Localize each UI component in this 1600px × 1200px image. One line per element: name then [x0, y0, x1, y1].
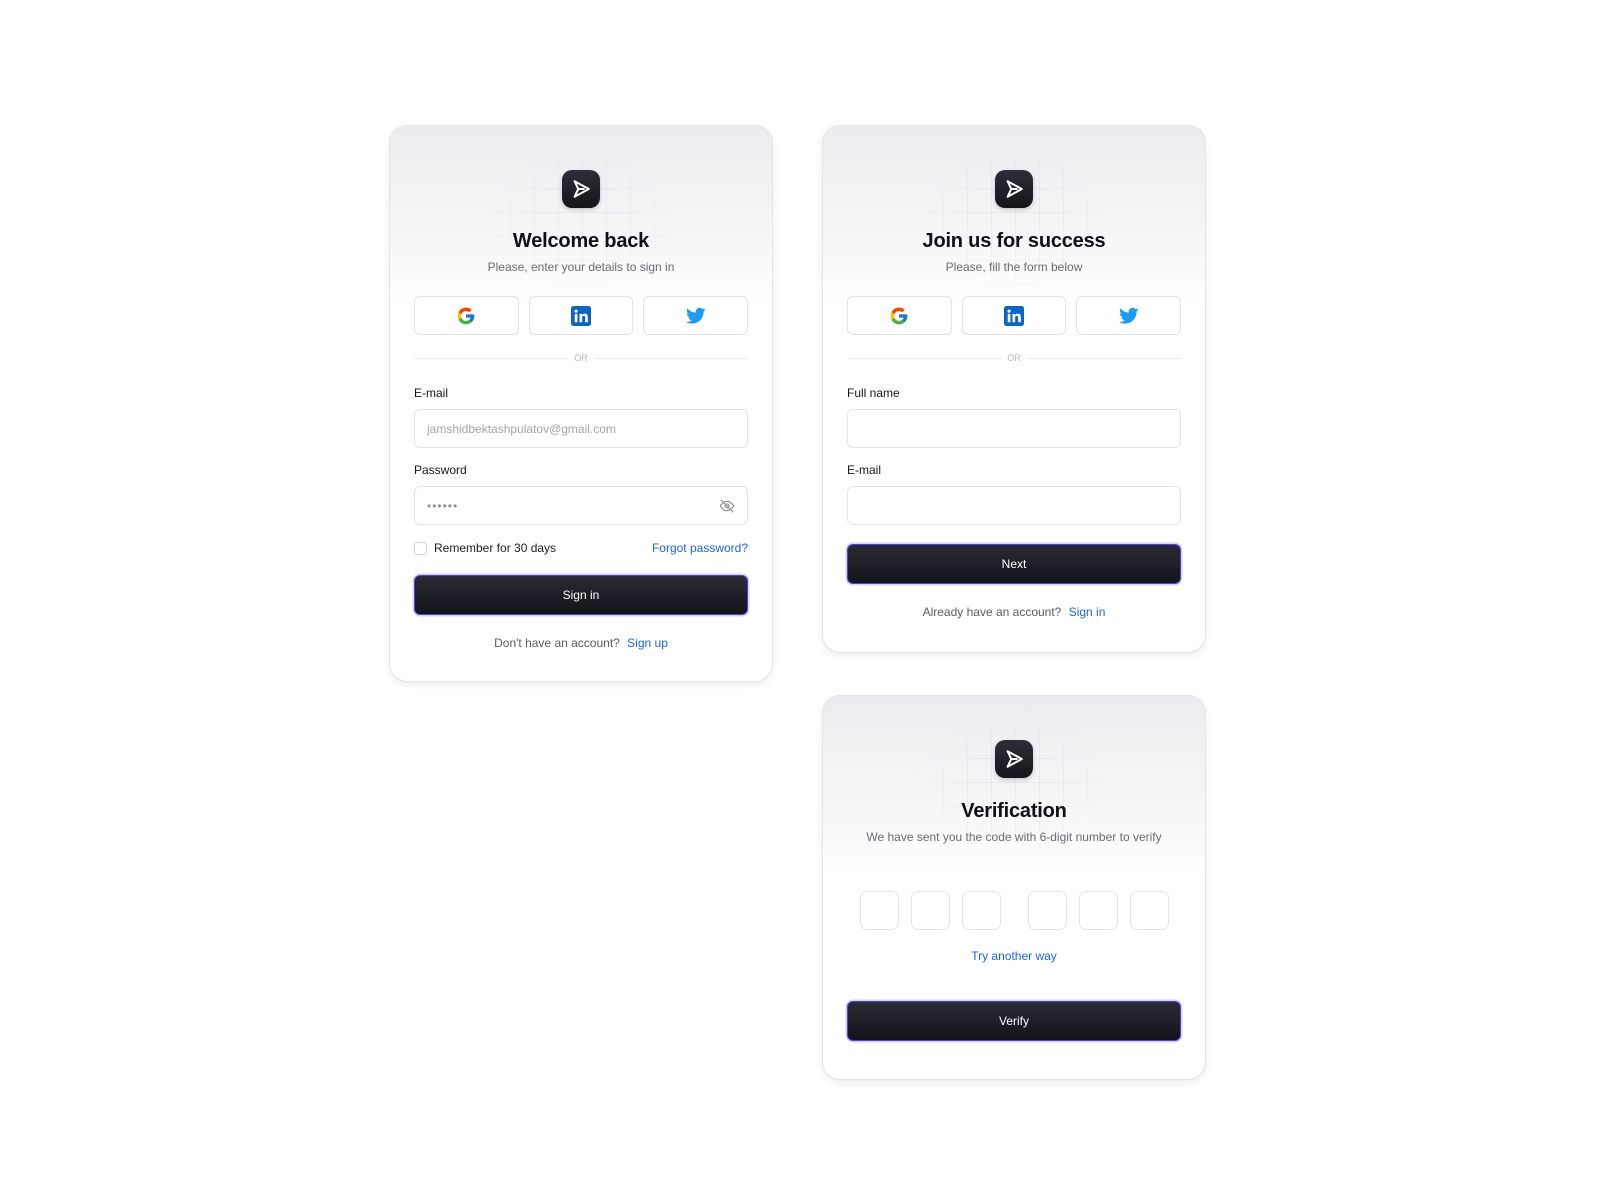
otp-digit-3[interactable]: [961, 891, 1001, 930]
forgot-password-link[interactable]: Forgot password?: [652, 541, 748, 555]
signin-prompt-text: Already have an account?: [922, 605, 1062, 619]
page-subtitle: Please, enter your details to sign in: [487, 260, 675, 274]
otp-digit-1[interactable]: [859, 891, 899, 930]
twitter-icon: [685, 307, 706, 324]
remember-checkbox[interactable]: [414, 541, 427, 555]
signin-card: Welcome back Please, enter your details …: [389, 125, 773, 682]
fullname-field[interactable]: [848, 410, 1180, 447]
twitter-login-button[interactable]: [1076, 296, 1182, 335]
try-another-way-link[interactable]: Try another way: [971, 949, 1057, 963]
sign-in-link[interactable]: Sign in: [1069, 605, 1106, 619]
email-label: E-mail: [414, 386, 449, 400]
signup-card: Join us for success Please, fill the for…: [822, 125, 1206, 653]
page-title: Join us for success: [922, 230, 1106, 252]
sign-up-link[interactable]: Sign up: [627, 636, 668, 650]
or-divider: OR: [414, 352, 748, 364]
google-login-button[interactable]: [847, 296, 952, 335]
linkedin-icon: [1004, 305, 1024, 326]
google-icon: [457, 307, 475, 324]
email-field-wrapper: [414, 409, 748, 448]
google-login-button[interactable]: [414, 296, 519, 335]
remember-row: Remember for 30 days Forgot password?: [414, 540, 748, 556]
signup-prompt-text: Don't have an account?: [494, 636, 620, 650]
send-arrow-icon: [1006, 750, 1023, 768]
otp-digit-4[interactable]: [1027, 891, 1067, 930]
page-title: Welcome back: [512, 230, 650, 252]
or-divider: OR: [847, 352, 1181, 364]
email-field[interactable]: [415, 410, 747, 447]
next-button[interactable]: Next: [847, 544, 1181, 584]
otp-digit-5[interactable]: [1078, 891, 1118, 930]
try-another-way-wrapper: Try another way: [847, 949, 1181, 963]
verification-card: Verification We have sent you the code w…: [822, 695, 1206, 1080]
eye-off-icon[interactable]: [719, 498, 735, 514]
remember-group: Remember for 30 days: [414, 541, 556, 555]
divider-label: OR: [568, 352, 594, 364]
twitter-icon: [1118, 307, 1139, 324]
app-logo: [995, 740, 1033, 778]
otp-separator-gap: [1001, 891, 1028, 930]
linkedin-icon: [571, 305, 591, 326]
email-field-wrapper: [847, 486, 1181, 525]
password-field[interactable]: [415, 487, 747, 524]
twitter-login-button[interactable]: [643, 296, 749, 335]
social-login-row: [847, 296, 1182, 335]
fullname-label: Full name: [847, 386, 900, 400]
linkedin-login-button[interactable]: [961, 296, 1067, 335]
divider-label: OR: [1001, 352, 1027, 364]
page-subtitle: We have sent you the code with 6-digit n…: [866, 830, 1162, 844]
social-login-row: [414, 296, 749, 335]
app-logo: [562, 170, 600, 208]
send-arrow-icon: [1006, 180, 1023, 198]
otp-input-row: [847, 891, 1181, 930]
verify-button[interactable]: Verify: [847, 1001, 1181, 1041]
google-icon: [890, 307, 908, 324]
page-title: Verification: [961, 800, 1067, 822]
page-subtitle: Please, fill the form below: [945, 260, 1083, 274]
sign-in-button[interactable]: Sign in: [414, 575, 748, 615]
otp-digit-2[interactable]: [910, 891, 950, 930]
signin-prompt: Already have an account? Sign in: [847, 605, 1181, 619]
send-arrow-icon: [573, 180, 590, 198]
remember-label: Remember for 30 days: [434, 541, 557, 555]
password-field-wrapper: [414, 486, 748, 525]
linkedin-login-button[interactable]: [528, 296, 634, 335]
otp-digit-6[interactable]: [1129, 891, 1169, 930]
fullname-field-wrapper: [847, 409, 1181, 448]
signup-prompt: Don't have an account? Sign up: [414, 636, 748, 650]
password-label: Password: [414, 463, 467, 477]
email-label: E-mail: [847, 463, 882, 477]
email-field[interactable]: [848, 487, 1180, 524]
app-logo: [995, 170, 1033, 208]
